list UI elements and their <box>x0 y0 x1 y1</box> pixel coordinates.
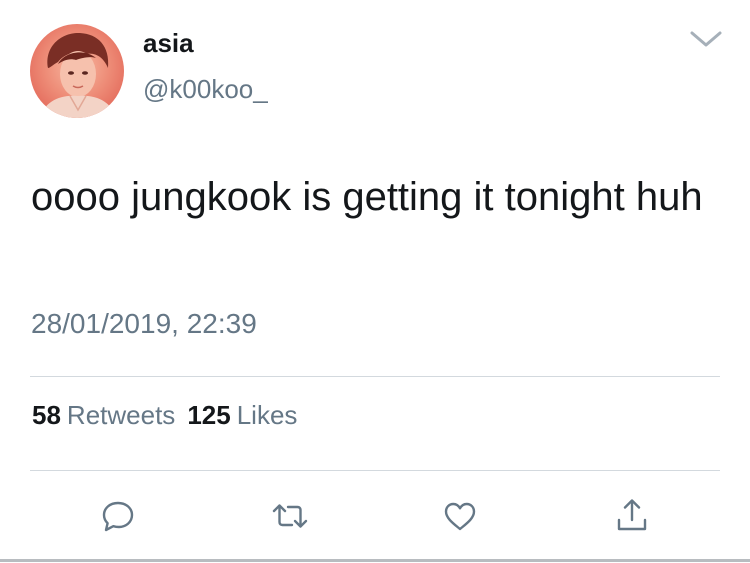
likes-count: 125 <box>187 400 231 430</box>
avatar[interactable] <box>30 24 124 118</box>
tweet-stats: 58 Retweets 125 Likes <box>32 400 309 431</box>
bottom-border <box>0 559 750 562</box>
heart-icon <box>444 502 476 531</box>
retweet-button[interactable] <box>270 496 310 536</box>
display-name[interactable]: asia <box>143 28 194 59</box>
retweets-stat[interactable]: 58 Retweets <box>32 400 187 430</box>
user-handle[interactable]: @k00koo_ <box>143 74 268 105</box>
share-icon <box>617 499 647 531</box>
tweet-text: oooo jungkook is getting it tonight huh <box>31 175 703 219</box>
likes-stat[interactable]: 125 Likes <box>187 400 309 430</box>
share-button[interactable] <box>612 496 652 536</box>
retweet-icon <box>272 504 308 528</box>
divider <box>30 470 720 471</box>
divider <box>30 376 720 377</box>
retweets-count: 58 <box>32 400 61 430</box>
chevron-down-icon[interactable] <box>689 28 723 50</box>
like-button[interactable] <box>440 496 480 536</box>
reply-icon <box>102 501 134 532</box>
reply-button[interactable] <box>98 496 138 536</box>
retweets-label: Retweets <box>66 400 176 430</box>
avatar-image <box>40 32 116 118</box>
likes-label: Likes <box>236 400 298 430</box>
tweet-timestamp[interactable]: 28/01/2019, 22:39 <box>31 308 257 340</box>
